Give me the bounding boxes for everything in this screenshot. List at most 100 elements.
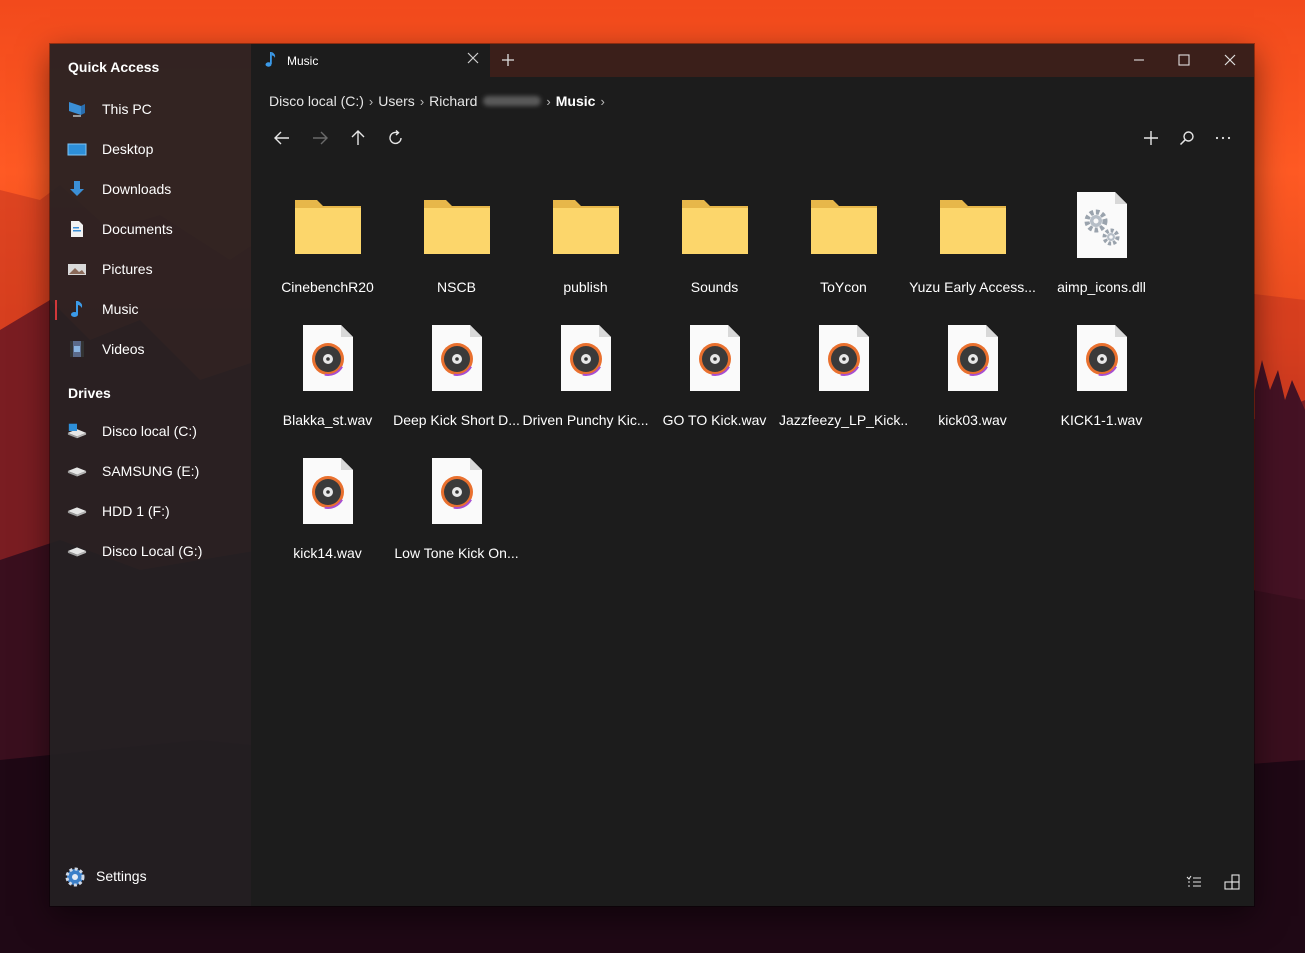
audio-file-icon <box>293 456 363 526</box>
file-name: Driven Punchy Kic... <box>522 412 649 428</box>
sidebar-item-label: Documents <box>102 221 173 237</box>
folder-icon <box>551 190 621 260</box>
folder-item[interactable]: publish <box>521 184 650 304</box>
sidebar-item-this-pc[interactable]: This PC <box>50 92 251 128</box>
desktop-icon <box>67 143 87 156</box>
tab-music[interactable]: Music <box>251 44 490 77</box>
search-icon[interactable] <box>1178 129 1196 147</box>
audio-file-icon <box>551 323 621 393</box>
audio-file-icon <box>293 323 363 393</box>
file-name: CinebenchR20 <box>281 279 374 295</box>
file-name: ToYcon <box>820 279 867 295</box>
file-item[interactable]: Deep Kick Short D... <box>392 317 521 437</box>
file-item[interactable]: aimp_icons.dll <box>1037 184 1166 304</box>
file-name: NSCB <box>437 279 476 295</box>
list-view-icon[interactable] <box>1186 874 1202 890</box>
file-name: aimp_icons.dll <box>1057 279 1146 295</box>
back-icon[interactable] <box>273 129 291 147</box>
sidebar-item-downloads[interactable]: Downloads <box>50 172 251 208</box>
breadcrumb: Disco local (C:) › Users › Richard › Music › <box>269 92 610 109</box>
sidebar-item-documents[interactable]: Documents <box>50 212 251 248</box>
file-item[interactable]: Blakka_st.wav <box>263 317 392 437</box>
maximize-icon[interactable] <box>1178 54 1190 66</box>
file-name: kick03.wav <box>938 412 1007 428</box>
sidebar-item-drive-f[interactable]: HDD 1 (F:) <box>50 494 251 530</box>
minimize-icon[interactable] <box>1133 54 1145 66</box>
file-item[interactable]: KICK1-1.wav <box>1037 317 1166 437</box>
breadcrumb-item[interactable]: Users <box>378 93 415 109</box>
sidebar-item-label: Pictures <box>102 261 153 277</box>
sidebar-item-label: HDD 1 (F:) <box>102 503 170 519</box>
folder-item[interactable]: Sounds <box>650 184 779 304</box>
new-tab-icon[interactable] <box>501 53 515 67</box>
title-bar: Music <box>251 44 1254 77</box>
audio-file-icon <box>938 323 1008 393</box>
file-name: Blakka_st.wav <box>282 412 373 428</box>
drive-icon <box>67 467 87 477</box>
folder-icon <box>422 190 492 260</box>
music-icon <box>71 301 83 317</box>
close-window-icon[interactable] <box>1224 54 1236 66</box>
folder-item[interactable]: ToYcon <box>779 184 908 304</box>
folder-icon <box>293 190 363 260</box>
chevron-right-icon: › <box>546 93 551 109</box>
settings-button[interactable]: Settings <box>50 859 251 895</box>
drive-icon <box>67 547 87 557</box>
documents-icon <box>71 221 83 237</box>
add-icon[interactable] <box>1142 129 1160 147</box>
dll-file-icon <box>1067 190 1137 260</box>
more-options-icon[interactable] <box>1214 129 1232 147</box>
sidebar-item-label: Music <box>102 301 139 317</box>
drive-icon <box>67 507 87 517</box>
music-icon <box>265 52 276 67</box>
file-item[interactable]: Low Tone Kick On... <box>392 450 521 570</box>
downloads-icon <box>70 181 84 196</box>
sidebar-item-videos[interactable]: Videos <box>50 332 251 368</box>
refresh-icon[interactable] <box>387 129 405 147</box>
file-name: Sounds <box>690 279 739 295</box>
breadcrumb-item[interactable]: Richard <box>429 93 477 109</box>
settings-label: Settings <box>96 868 147 884</box>
file-name: Yuzu Early Access... <box>909 279 1036 295</box>
audio-file-icon <box>422 323 492 393</box>
breadcrumb-current[interactable]: Music <box>556 93 596 109</box>
folder-item[interactable]: CinebenchR20 <box>263 184 392 304</box>
system-drive-icon <box>67 423 87 439</box>
file-item[interactable]: kick03.wav <box>908 317 1037 437</box>
folder-item[interactable]: Yuzu Early Access... <box>908 184 1037 304</box>
sidebar-item-label: Disco Local (G:) <box>102 543 203 559</box>
file-item[interactable]: Driven Punchy Kic... <box>521 317 650 437</box>
breadcrumb-item[interactable]: Disco local (C:) <box>269 93 364 109</box>
folder-icon <box>680 190 750 260</box>
drives-title[interactable]: Drives <box>68 385 111 401</box>
audio-file-icon <box>422 456 492 526</box>
file-explorer-window: Quick Access This PC Desktop Downloads D… <box>50 44 1254 906</box>
chevron-right-icon: › <box>419 93 425 109</box>
quick-access-title[interactable]: Quick Access <box>68 59 159 75</box>
gear-icon <box>65 867 85 887</box>
folder-item[interactable]: NSCB <box>392 184 521 304</box>
forward-icon[interactable] <box>311 129 329 147</box>
file-item[interactable]: Jazzfeezy_LP_Kick... <box>779 317 908 437</box>
grid-view-icon[interactable] <box>1224 874 1240 890</box>
sidebar-item-pictures[interactable]: Pictures <box>50 252 251 288</box>
videos-icon <box>70 341 84 357</box>
sidebar-item-drive-g[interactable]: Disco Local (G:) <box>50 534 251 570</box>
file-name: KICK1-1.wav <box>1060 412 1143 428</box>
sidebar-item-drive-c[interactable]: Disco local (C:) <box>50 414 251 450</box>
up-icon[interactable] <box>349 129 367 147</box>
sidebar-item-desktop[interactable]: Desktop <box>50 132 251 168</box>
sidebar-item-label: Desktop <box>102 141 154 157</box>
file-item[interactable]: GO TO Kick.wav <box>650 317 779 437</box>
file-name: GO TO Kick.wav <box>662 412 767 428</box>
sidebar-item-drive-e[interactable]: SAMSUNG (E:) <box>50 454 251 490</box>
close-tab-icon[interactable] <box>467 52 479 64</box>
folder-icon <box>809 190 879 260</box>
tab-title: Music <box>287 54 319 68</box>
sidebar-item-label: Disco local (C:) <box>102 423 197 439</box>
sidebar-item-music[interactable]: Music <box>50 292 251 328</box>
redacted-text <box>483 96 542 107</box>
sidebar-item-label: Downloads <box>102 181 172 197</box>
file-item[interactable]: kick14.wav <box>263 450 392 570</box>
audio-file-icon <box>680 323 750 393</box>
